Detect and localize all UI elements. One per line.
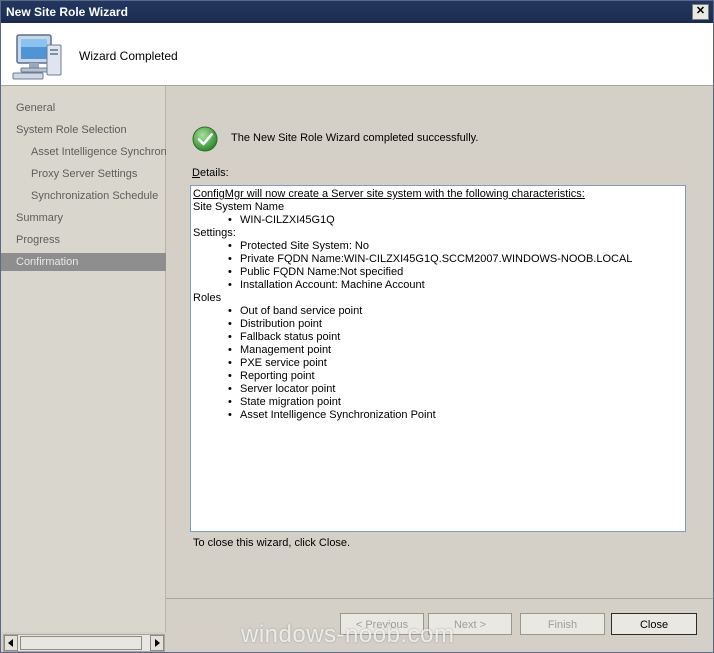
watermark: windows-noob.com [241, 621, 455, 648]
details-site-system-name: WIN-CILZXI45G1Q [228, 214, 335, 226]
details-setting: Public FQDN Name:Not specified [228, 266, 403, 278]
window-close-button[interactable]: ✕ [692, 4, 709, 20]
details-settings-heading: Settings: [193, 227, 236, 239]
finish-button[interactable]: Finish [520, 613, 605, 635]
wizard-sidebar: General System Role Selection Asset Inte… [1, 86, 180, 632]
details-role: Asset Intelligence Synchronization Point [228, 409, 436, 421]
details-label: Details: [192, 167, 229, 179]
sidebar-item-summary[interactable]: Summary [1, 209, 180, 227]
details-role: Reporting point [228, 370, 315, 382]
details-role: Fallback status point [228, 331, 340, 343]
details-setting: Protected Site System: No [228, 240, 369, 252]
title-bar[interactable]: New Site Role Wizard ✕ [1, 1, 713, 23]
sidebar-item-label: Synchronization Schedule [31, 190, 159, 202]
status-message: The New Site Role Wizard completed succe… [231, 132, 479, 144]
sidebar-item-label: General [16, 102, 56, 114]
sidebar-item-progress[interactable]: Progress [1, 231, 180, 249]
wizard-header: Wizard Completed [1, 23, 713, 86]
close-icon: ✕ [695, 5, 706, 17]
details-label-accesskey: D [192, 167, 200, 179]
details-role: Server locator point [228, 383, 335, 395]
sidebar-item-system-role-selection[interactable]: System Role Selection [1, 121, 180, 139]
button-bar-divider [166, 598, 713, 599]
details-label-rest: etails: [199, 167, 229, 179]
details-role: Management point [228, 344, 331, 356]
finish-button-label: Finish [547, 619, 578, 631]
computer-icon [12, 34, 62, 80]
check-circle-icon [192, 126, 218, 152]
sidebar-item-label: Asset Intelligence Synchron [31, 146, 167, 158]
window-title: New Site Role Wizard [6, 5, 128, 19]
details-roles-heading: Roles [193, 292, 222, 304]
details-role: State migration point [228, 396, 341, 408]
close-button[interactable]: Close [611, 613, 697, 635]
sidebar-item-label: System Role Selection [16, 124, 127, 136]
sidebar-item-label: Proxy Server Settings [31, 168, 138, 180]
details-setting: Private FQDN Name:WIN-CILZXI45G1Q.SCCM20… [228, 253, 632, 265]
next-button-label: Next > [453, 619, 487, 631]
scroll-thumb[interactable] [20, 636, 142, 650]
sidebar-item-label: Progress [16, 234, 61, 246]
details-site-system-heading: Site System Name [193, 201, 285, 213]
close-hint: To close this wizard, click Close. [193, 537, 351, 549]
scroll-right-button[interactable] [150, 635, 164, 651]
sidebar-item-general[interactable]: General [1, 99, 180, 117]
sidebar-item-label: Summary [16, 212, 64, 224]
header-title: Wizard Completed [79, 49, 178, 63]
sidebar-item-confirmation[interactable]: Confirmation [1, 253, 180, 271]
details-setting: Installation Account: Machine Account [228, 279, 425, 291]
close-button-label: Close [639, 619, 669, 631]
details-role: PXE service point [228, 357, 327, 369]
details-role: Distribution point [228, 318, 322, 330]
wizard-window: New Site Role Wizard ✕ Wizard Completed … [0, 0, 714, 653]
details-textbox[interactable]: ConfigMgr will now create a Server site … [190, 185, 686, 532]
details-intro: ConfigMgr will now create a Server site … [193, 188, 585, 200]
triangle-left-icon [8, 639, 13, 647]
triangle-right-icon [155, 639, 160, 647]
sidebar-item-label: Confirmation [16, 256, 79, 268]
scroll-left-button[interactable] [4, 635, 18, 651]
details-role: Out of band service point [228, 305, 362, 317]
sidebar-horizontal-scrollbar[interactable] [3, 634, 165, 652]
